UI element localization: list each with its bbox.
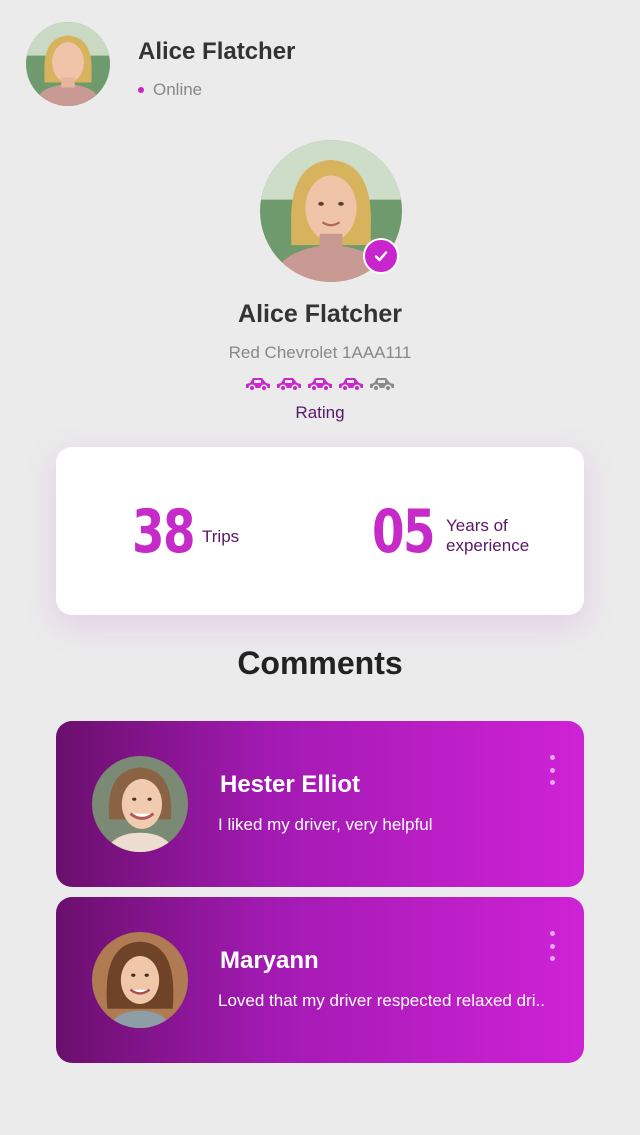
header-avatar[interactable] bbox=[26, 22, 110, 106]
comments-title: Comments bbox=[237, 645, 403, 681]
more-options-icon[interactable] bbox=[546, 931, 558, 961]
check-icon bbox=[374, 251, 388, 262]
rating-car-icon bbox=[308, 378, 332, 392]
trips-count: 38 bbox=[132, 497, 196, 567]
comment-text: Loved that my driver respected relaxed d… bbox=[218, 991, 545, 1010]
car-description: Red Chevrolet 1AAA111 bbox=[228, 343, 412, 362]
trips-label: Trips bbox=[202, 527, 240, 546]
rating-car-icon bbox=[339, 378, 363, 392]
rating-label: Rating bbox=[295, 403, 345, 422]
rating-cars bbox=[245, 376, 395, 392]
verified-badge bbox=[363, 238, 399, 274]
commenter-name: Maryann bbox=[220, 947, 319, 974]
comment-card[interactable]: Maryann Loved that my driver respected r… bbox=[56, 897, 584, 1063]
rating-car-icon-empty bbox=[370, 378, 394, 392]
years-label: Years of experience bbox=[446, 516, 529, 556]
comment-text: I liked my driver, very helpful bbox=[218, 815, 433, 834]
online-status: Online bbox=[138, 80, 202, 100]
header-user-name: Alice Flatcher bbox=[138, 38, 296, 65]
rating-car-icon bbox=[246, 378, 270, 392]
years-label-line2: experience bbox=[446, 536, 530, 555]
comment-card[interactable]: Hester Elliot I liked my driver, very he… bbox=[56, 721, 584, 887]
commenter-name: Hester Elliot bbox=[220, 771, 361, 798]
online-status-label: Online bbox=[153, 80, 203, 99]
stats-card: 38 Trips 05 Years of experience bbox=[56, 447, 584, 615]
more-options-icon[interactable] bbox=[546, 755, 558, 785]
rating-car-icon bbox=[277, 378, 301, 392]
online-dot-icon bbox=[138, 87, 144, 93]
commenter-avatar bbox=[92, 932, 188, 1028]
commenter-avatar bbox=[92, 756, 188, 852]
profile-name: Alice Flatcher bbox=[238, 300, 402, 328]
years-count: 05 bbox=[372, 497, 436, 567]
years-label-line1: Years of bbox=[446, 516, 508, 535]
